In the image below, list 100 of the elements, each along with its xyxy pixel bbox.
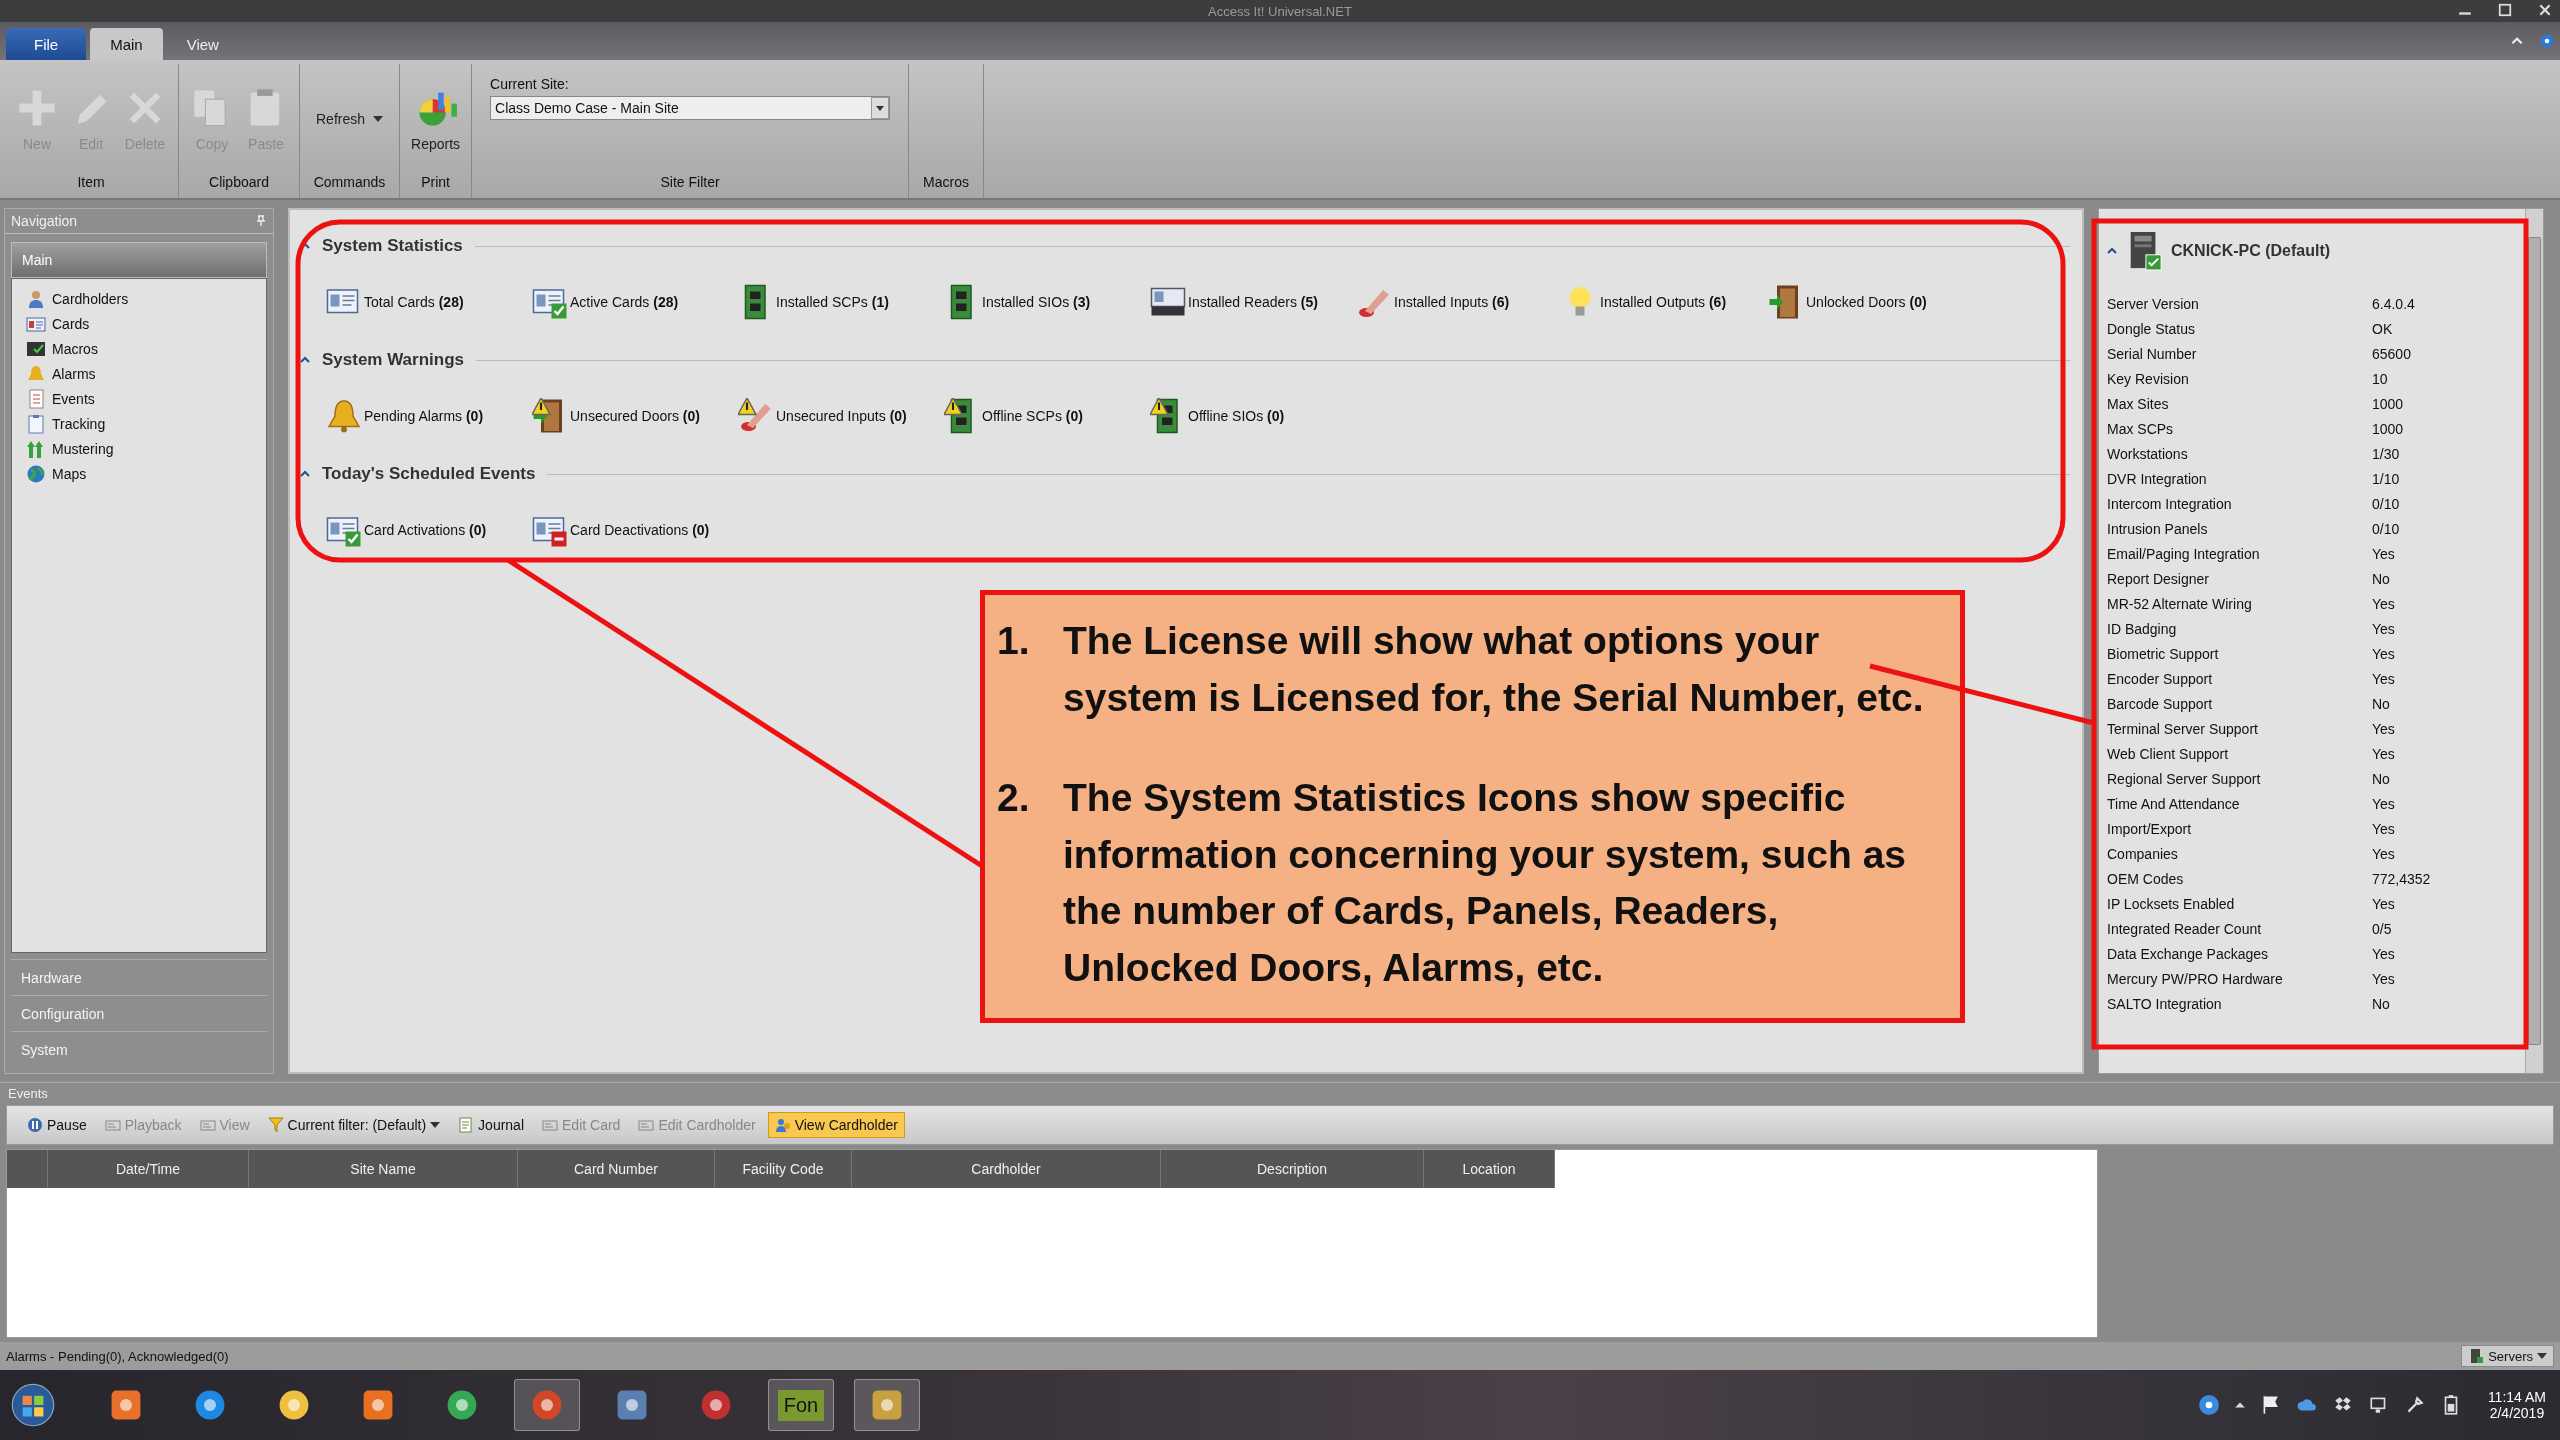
stat-link[interactable]: Active Cards (28) [570, 294, 679, 310]
site-dropdown[interactable]: Class Demo Case - Main Site [490, 96, 891, 120]
stat-link[interactable]: Card Activations (0) [364, 522, 487, 538]
property-label: Max SCPs [2107, 420, 2175, 437]
toolbar-button[interactable]: Journal [452, 1113, 530, 1137]
clock-time[interactable]: 11:14 AM [2487, 1389, 2546, 1405]
property-value: 10 [2372, 370, 2388, 387]
property-label: Integrated Reader Count [2107, 920, 2263, 937]
property-value: Yes [2372, 545, 2395, 562]
stat-link[interactable]: Unsecured Doors (0) [570, 408, 700, 424]
menu-button[interactable]: Refresh [308, 107, 392, 131]
property-value: No [2372, 770, 2390, 787]
callout-text: The System Statistics Icons show specific information concerning your system, such as the number of Cards, Panels, Readers, Unlocked Doors, Alarms, etc. [1063, 775, 1908, 991]
group-label: Clipboard [209, 174, 269, 192]
property-value: 0/5 [2372, 920, 2392, 937]
stat-link[interactable]: Pending Alarms (0) [364, 408, 484, 424]
nav-item[interactable]: Maps [26, 464, 266, 484]
property-label: Max Sites [2107, 395, 2170, 412]
toolbar-button[interactable]: Pause [21, 1113, 93, 1137]
nav-section[interactable]: Main [11, 242, 267, 278]
column-header[interactable]: Description [1161, 1150, 1424, 1188]
list-number: 1. [997, 618, 1031, 664]
property-value: 0/10 [2372, 520, 2400, 537]
property-value: 65600 [2372, 345, 2411, 362]
nav-item[interactable]: Alarms [26, 364, 266, 384]
section-title: Today's Scheduled Events [322, 464, 536, 484]
property-label: MR-52 Alternate Wiring [2107, 595, 2253, 612]
property-value: Yes [2372, 795, 2395, 812]
property-label: Web Client Support [2107, 745, 2230, 762]
stat-link[interactable]: Offline SIOs (0) [1188, 408, 1285, 424]
property-value: 0/10 [2372, 495, 2400, 512]
group-label: Item [77, 174, 105, 192]
ribbon-tab[interactable]: Main [90, 28, 163, 60]
ribbon-tab[interactable]: File [6, 28, 87, 60]
callout-text: The License will show what options your system is Licensed for, the Serial Number, etc. [1063, 618, 1925, 721]
ribbon-button[interactable]: Reports [408, 82, 464, 156]
property-value: Yes [2372, 670, 2395, 687]
section-title: System Warnings [322, 350, 465, 370]
taskbar-app[interactable]: Fon [768, 1379, 834, 1431]
toolbar-button[interactable]: View Cardholder [767, 1112, 905, 1138]
stat-link[interactable]: Offline SCPs (0) [982, 408, 1083, 424]
property-value: 1/30 [2372, 445, 2400, 462]
property-label: IP Locksets Enabled [2107, 895, 2236, 912]
property-label: ID Badging [2107, 620, 2178, 637]
panel-title: Events [8, 1085, 48, 1101]
column-header[interactable]: Date/Time [48, 1150, 249, 1188]
property-label: Regional Server Support [2107, 770, 2262, 787]
nav-item[interactable]: Macros [26, 339, 266, 359]
stat-link[interactable]: Unlocked Doors (0) [1806, 294, 1927, 310]
toolbar-button[interactable]: Current filter: (Default) [261, 1113, 447, 1137]
property-label: Key Revision [2107, 370, 2190, 387]
column-header[interactable]: Card Number [518, 1150, 715, 1188]
property-label: Intercom Integration [2107, 495, 2233, 512]
property-value: Yes [2372, 745, 2395, 762]
property-value: Yes [2372, 945, 2395, 962]
stat-link[interactable]: Installed Inputs (6) [1394, 294, 1510, 310]
nav-item[interactable]: Mustering [26, 439, 266, 459]
servers-button[interactable]: Servers [2461, 1345, 2554, 1367]
property-label: SALTO Integration [2107, 995, 2223, 1012]
ribbon-tab[interactable]: View [166, 28, 239, 60]
property-value: Yes [2372, 620, 2395, 637]
group-label: Site Filter [660, 174, 720, 192]
property-label: Import/Export [2107, 820, 2193, 837]
property-label: OEM Codes [2107, 870, 2185, 887]
nav-item[interactable]: Tracking [26, 414, 266, 434]
property-value: Yes [2372, 820, 2395, 837]
stat-link[interactable]: Total Cards (28) [364, 294, 464, 310]
stat-link[interactable]: Unsecured Inputs (0) [776, 408, 907, 424]
property-value: 6.4.0.4 [2372, 295, 2415, 312]
property-label: DVR Integration [2107, 470, 2208, 487]
clock-date[interactable]: 2/4/2019 [2489, 1405, 2545, 1421]
property-label: Mercury PW/PRO Hardware [2107, 970, 2284, 987]
column-header[interactable]: Site Name [249, 1150, 518, 1188]
column-header[interactable]: Facility Code [715, 1150, 852, 1188]
stat-link[interactable]: Installed SIOs (3) [982, 294, 1091, 310]
field-label: Current Site: [490, 76, 570, 92]
property-label: Encoder Support [2107, 670, 2214, 687]
property-value: 772,4352 [2372, 870, 2431, 887]
window-title: Access It! Universal.NET [1208, 3, 1352, 19]
property-value: 1/10 [2372, 470, 2400, 487]
column-header[interactable]: Location [1424, 1150, 1555, 1188]
column-header[interactable]: Cardholder [852, 1150, 1161, 1188]
nav-item[interactable]: Cards [26, 314, 266, 334]
nav-item[interactable]: Cardholders [26, 289, 266, 309]
stat-link[interactable]: Card Deactivations (0) [570, 522, 710, 538]
nav-item[interactable]: Events [26, 389, 266, 409]
stat-link[interactable]: Installed Readers (5) [1188, 294, 1318, 310]
property-value: Yes [2372, 895, 2395, 912]
property-label: Dongle Status [2107, 320, 2196, 337]
property-label: Report Designer [2107, 570, 2210, 587]
property-value: Yes [2372, 645, 2395, 662]
property-label: Serial Number [2107, 345, 2198, 362]
property-value: OK [2372, 320, 2393, 337]
stat-link[interactable]: Installed SCPs (1) [776, 294, 889, 310]
property-label: Barcode Support [2107, 695, 2214, 712]
property-value: No [2372, 570, 2390, 587]
property-value: Yes [2372, 720, 2395, 737]
section-title: System Statistics [322, 236, 463, 256]
stat-link[interactable]: Installed Outputs (6) [1600, 294, 1727, 310]
status-text: Alarms - Pending(0), Acknowledged(0) [6, 1348, 229, 1364]
